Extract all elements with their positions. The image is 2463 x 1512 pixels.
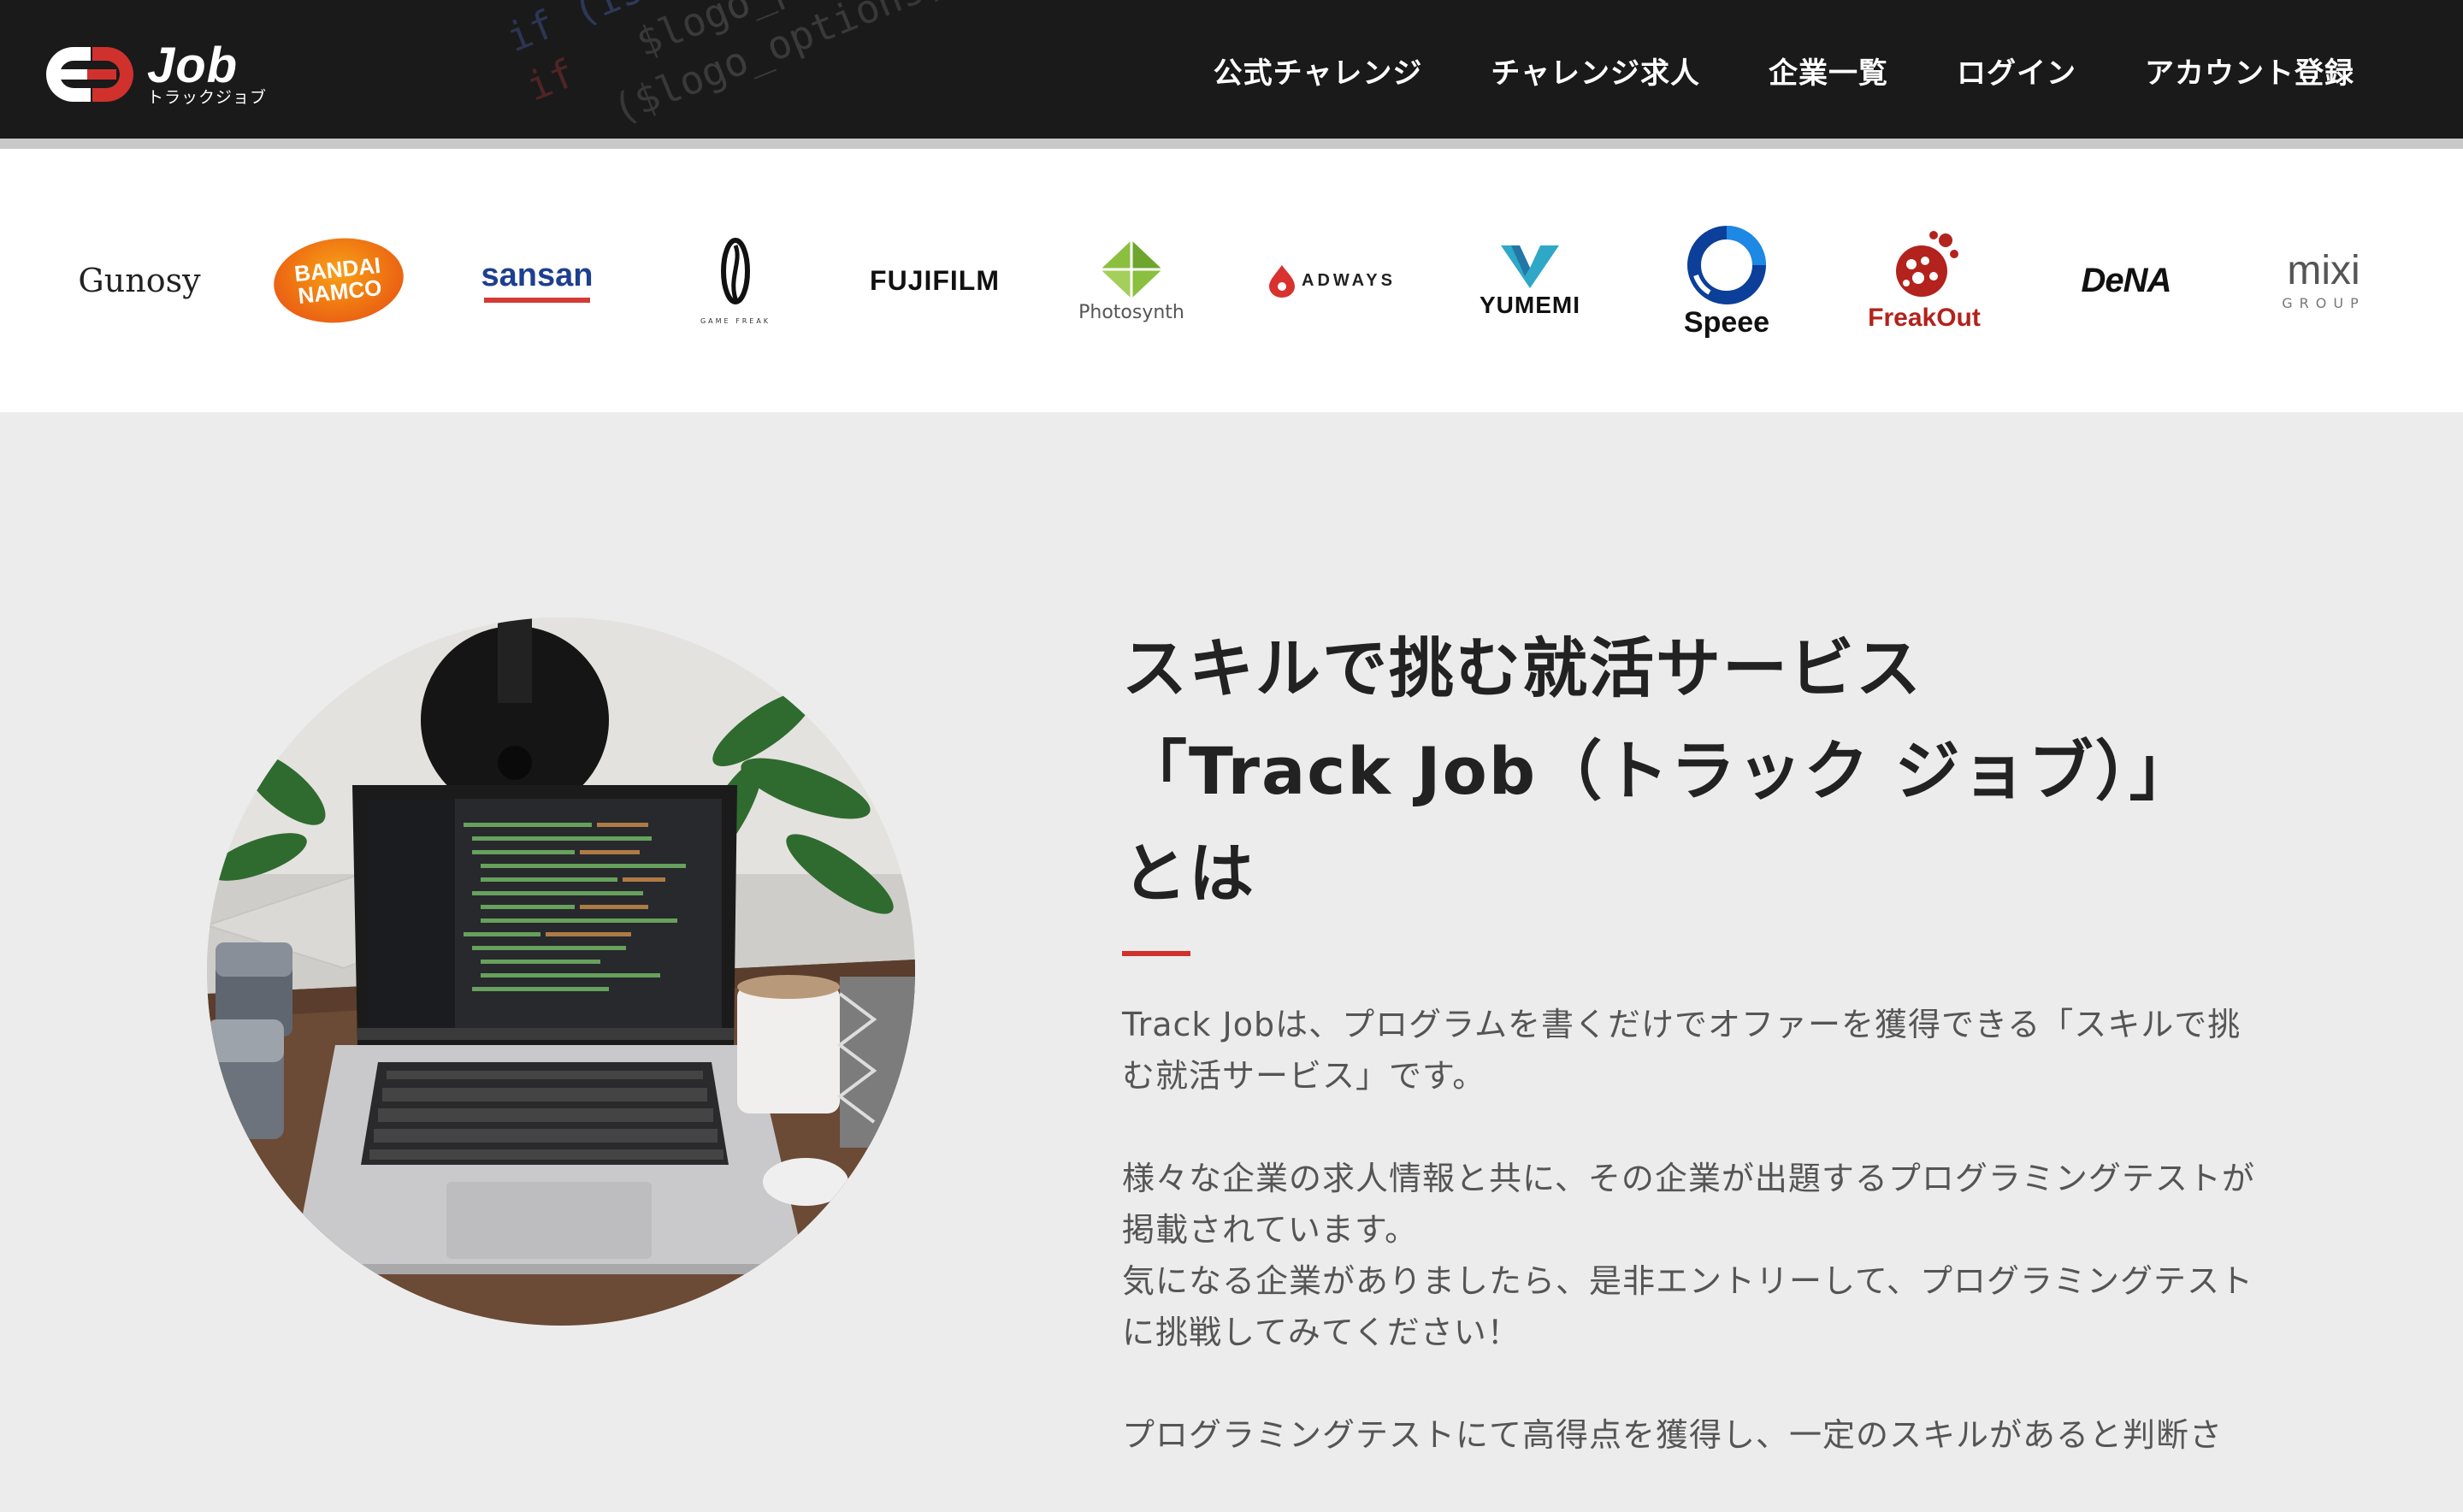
photosynth-leaf-icon — [1101, 239, 1162, 298]
adways-flame-icon — [1269, 265, 1296, 298]
fujifilm-wordmark: FUJIFILM — [870, 264, 1000, 296]
company-logo-gunosy[interactable]: Gunosy — [75, 149, 204, 412]
photosynth-wordmark: Photosynth — [1078, 301, 1184, 323]
site-logo[interactable]: Job トラックジョブ — [39, 38, 267, 111]
speee-wordmark: Speee — [1683, 305, 1770, 339]
site-header: $tmp logo_pos = esc_ if (isset($the _opt… — [0, 0, 2463, 139]
sansan-wordmark: sansan — [481, 257, 594, 293]
nav-company-list[interactable]: 企業一覧 — [1769, 50, 1888, 97]
intro-title: スキルで挑む就活サービス 「Track Job（トラック ジョブ）」 とは — [1122, 617, 2319, 925]
company-logo-adways[interactable]: ADWAYS — [1264, 149, 1399, 412]
company-logo-bandai-namco[interactable]: BANDAI NAMCO — [269, 149, 408, 412]
intro-paragraph-4: プログラミングテストにて高得点を獲得し、一定のスキルがあると判断さ — [1122, 1416, 2224, 1454]
mixi-group-caption: GROUP — [2282, 294, 2366, 311]
company-logo-photosynth[interactable]: Photosynth — [1074, 149, 1189, 412]
company-logo-game-freak[interactable]: GAME FREAK — [684, 149, 787, 412]
mixi-wordmark: mixi — [2287, 247, 2360, 293]
company-logo-sansan[interactable]: sansan — [479, 149, 595, 412]
nav-challenge-jobs[interactable]: チャレンジ求人 — [1491, 50, 1700, 97]
adways-wordmark: ADWAYS — [1302, 270, 1396, 290]
company-logo-freakout[interactable]: FreakOut — [1861, 149, 1988, 412]
logo-subtext: トラックジョブ — [147, 88, 268, 107]
laptop-desk-image — [207, 617, 915, 1326]
dena-wordmark: DeNA — [2081, 261, 2172, 299]
company-logo-dena[interactable]: DeNA — [2071, 149, 2181, 412]
company-logo-strip: Gunosy BANDAI NAMCO sansan GAME FREAK FU… — [0, 149, 2463, 412]
intro-title-line-2: 「Track Job（トラック ジョブ）」 — [1122, 733, 2196, 809]
gunosy-wordmark: Gunosy — [78, 262, 201, 299]
freakout-dots-icon — [1896, 231, 1958, 297]
main-nav: 公式チャレンジ チャレンジ求人 企業一覧 ログイン アカウント登録 — [1145, 50, 2354, 97]
yumemi-wordmark: YUMEMI — [1480, 292, 1580, 318]
freakout-wordmark: FreakOut — [1868, 304, 1981, 332]
track-job-logo-icon — [46, 47, 133, 102]
game-freak-emblem-icon — [721, 237, 750, 304]
company-logo-fujifilm[interactable]: FUJIFILM — [870, 149, 1000, 412]
intro-description: Track Jobは、プログラムを書くだけでオファーを獲得できる「スキルで挑む就… — [1122, 999, 2268, 1512]
intro-paragraph-3: 気になる企業がありましたら、是非エントリーして、プログラミングテストに挑戦してみ… — [1122, 1262, 2253, 1351]
header-divider — [0, 139, 2463, 149]
nav-register[interactable]: アカウント登録 — [2145, 50, 2354, 97]
nav-official-challenge[interactable]: 公式チャレンジ — [1214, 50, 1423, 97]
speee-ring-icon — [1687, 225, 1766, 304]
game-freak-caption: GAME FREAK — [700, 316, 771, 325]
title-accent-bar — [1122, 951, 1190, 956]
intro-title-line-3: とは — [1122, 836, 1255, 912]
intro-paragraph-1: Track Jobは、プログラムを書くだけでオファーを獲得できる「スキルで挑む就… — [1122, 1006, 2242, 1095]
yumemi-mark-icon — [1501, 245, 1559, 288]
company-logo-mixi-group[interactable]: mixi GROUP — [2268, 149, 2379, 412]
nav-login[interactable]: ログイン — [1957, 50, 2076, 97]
logo-wordmark: Job — [147, 38, 239, 93]
company-logo-yumemi[interactable]: YUMEMI — [1473, 149, 1587, 412]
laptop-photo — [207, 617, 915, 1326]
intro-paragraph-2: 様々な企業の求人情報と共に、その企業が出題するプログラミングテストが掲載されてい… — [1122, 1160, 2255, 1249]
company-logo-speee[interactable]: Speee — [1669, 149, 1784, 412]
intro-title-line-1: スキルで挑む就活サービス — [1122, 630, 1923, 706]
